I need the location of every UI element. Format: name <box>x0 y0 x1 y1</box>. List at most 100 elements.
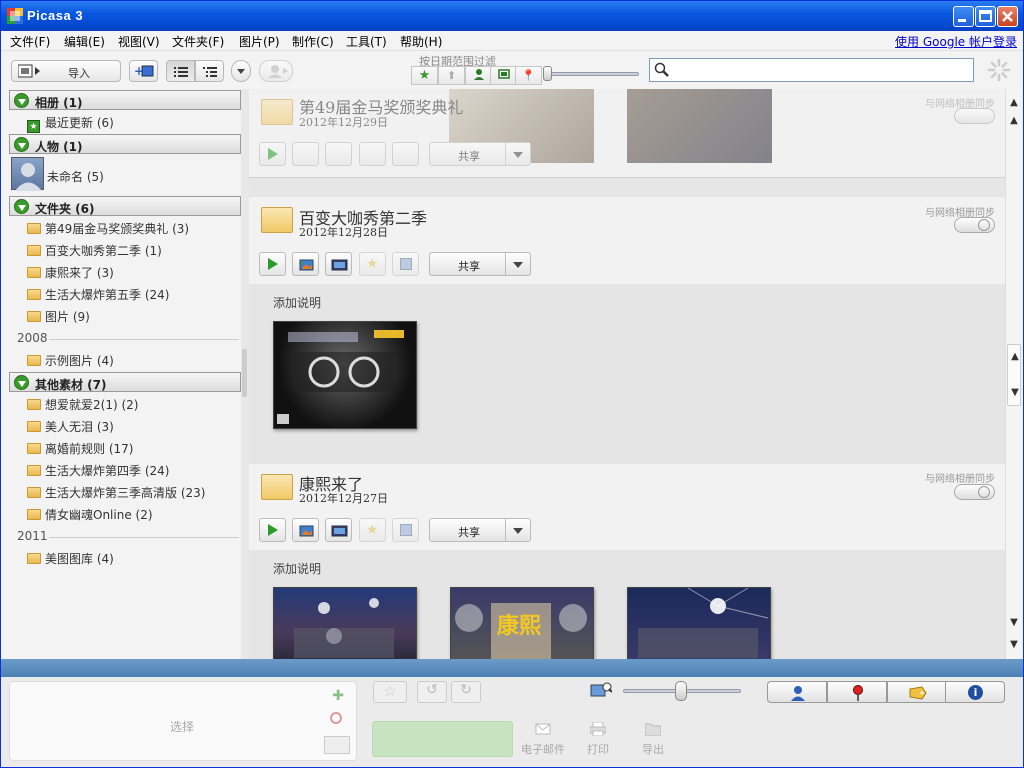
upload-album-button[interactable] <box>292 142 319 166</box>
upload-album-button[interactable] <box>292 518 319 542</box>
tags-panel-button[interactable] <box>887 681 947 703</box>
scroll-up-icon[interactable]: ▲ <box>1006 95 1022 111</box>
chevron-down-icon[interactable] <box>505 519 530 541</box>
chevron-down-icon[interactable] <box>505 143 530 165</box>
chevron-down-icon[interactable] <box>505 253 530 275</box>
save-album-button[interactable] <box>392 142 419 166</box>
sidebar-folder-item[interactable]: 示例图片 (4) <box>27 352 114 372</box>
collapse-arrow-icon[interactable] <box>14 93 29 108</box>
sidebar-folder-item[interactable]: 生活大爆炸第五季 (24) <box>27 286 169 306</box>
collapse-arrow-icon[interactable] <box>14 137 29 152</box>
movie-button[interactable] <box>325 518 352 542</box>
email-icon[interactable] <box>535 723 551 738</box>
movie-button[interactable] <box>325 142 352 166</box>
save-album-button[interactable] <box>392 252 419 276</box>
add-caption-link[interactable]: 添加说明 <box>273 560 321 577</box>
menu-create[interactable]: 制作(C) <box>292 33 334 50</box>
slideshow-button[interactable] <box>259 252 286 276</box>
section-other[interactable]: 其他素材 (7) <box>9 372 241 392</box>
printer-icon[interactable] <box>589 721 607 739</box>
selection-tray[interactable]: 选择 ✚ <box>9 681 357 761</box>
sidebar-folder-item[interactable]: 离婚前规则 (17) <box>27 440 133 460</box>
share-button[interactable]: 共享 <box>429 518 531 542</box>
sidebar-folder-item[interactable]: 生活大爆炸第三季高清版 (23) <box>27 484 205 504</box>
sidebar-folder-item[interactable]: 第49届金马奖颁奖典礼 (3) <box>27 220 189 240</box>
star-album-button[interactable]: ★ <box>359 252 386 276</box>
photo-thumbnail[interactable] <box>273 587 417 659</box>
rotate-right-button[interactable]: ↻ <box>451 681 481 703</box>
clear-selection-icon[interactable] <box>330 712 342 724</box>
email-label[interactable]: 电子邮件 <box>521 741 565 757</box>
star-button[interactable]: ☆ <box>373 681 407 703</box>
hold-pin-icon[interactable]: ✚ <box>332 688 344 704</box>
add-caption-link[interactable]: 添加说明 <box>273 294 321 311</box>
slideshow-button[interactable] <box>259 142 286 166</box>
sidebar-folder-item[interactable]: 想爱就爱2(1) (2) <box>27 396 138 416</box>
share-button[interactable]: 共享 <box>429 142 531 166</box>
sync-toggle[interactable] <box>954 217 995 233</box>
menu-tools[interactable]: 工具(T) <box>346 33 387 50</box>
star-album-button[interactable]: ★ <box>359 518 386 542</box>
print-label[interactable]: 打印 <box>583 741 613 757</box>
sidebar-folder-item[interactable]: 百变大咖秀第二季 (1) <box>27 242 162 262</box>
unnamed-person-avatar[interactable] <box>11 157 44 191</box>
photo-thumbnail[interactable] <box>273 321 417 429</box>
photo-thumbnail[interactable] <box>627 587 771 659</box>
sidebar-folder-item[interactable]: 康熙来了 (3) <box>27 264 114 284</box>
save-album-button[interactable] <box>392 518 419 542</box>
title-bar[interactable]: Picasa 3 <box>1 1 1023 31</box>
filter-starred-button[interactable]: ★ <box>411 66 438 85</box>
rotate-left-button[interactable]: ↺ <box>417 681 447 703</box>
upload-album-button[interactable]: + <box>292 252 319 276</box>
search-field[interactable] <box>649 58 974 82</box>
filter-movies-button[interactable] <box>490 66 517 85</box>
sidebar-splitter[interactable] <box>241 89 249 659</box>
sync-toggle[interactable] <box>954 484 995 500</box>
view-options-dropdown[interactable] <box>231 60 251 82</box>
scroll-down-icon[interactable]: ▼ <box>1006 637 1022 653</box>
menu-picture[interactable]: 图片(P) <box>239 33 280 50</box>
sidebar-folder-item[interactable]: 美图图库 (4) <box>27 550 114 570</box>
collapse-arrow-icon[interactable] <box>14 375 29 390</box>
search-input[interactable] <box>674 61 969 79</box>
people-panel-button[interactable] <box>767 681 827 703</box>
export-label[interactable]: 导出 <box>638 741 668 757</box>
share-button[interactable]: 共享 <box>429 252 531 276</box>
properties-panel-button[interactable]: i <box>945 681 1005 703</box>
menu-folder[interactable]: 文件夹(F) <box>172 33 224 50</box>
sidebar-folder-item[interactable]: 美人无泪 (3) <box>27 418 114 438</box>
upload-button[interactable] <box>372 721 513 757</box>
menu-view[interactable]: 视图(V) <box>118 33 160 50</box>
scroll-page-up-icon[interactable]: ▲ <box>1006 113 1022 129</box>
maximize-button[interactable] <box>975 6 996 27</box>
scrollbar-thumb[interactable]: ▲ ▼ <box>1007 344 1021 406</box>
new-album-button[interactable]: + <box>129 60 158 82</box>
date-range-slider-handle[interactable] <box>543 66 552 81</box>
sidebar-item-recent[interactable]: ★ 最近更新 (6) <box>27 114 114 134</box>
minimize-button[interactable] <box>953 6 974 27</box>
sidebar-item-unnamed[interactable]: 未命名 (5) <box>47 168 104 188</box>
menu-help[interactable]: 帮助(H) <box>400 33 442 50</box>
menu-edit[interactable]: 编辑(E) <box>64 33 105 50</box>
sidebar-folder-item[interactable]: 生活大爆炸第四季 (24) <box>27 462 169 482</box>
sidebar-folder-item[interactable]: 图片 (9) <box>27 308 90 328</box>
collapse-arrow-icon[interactable] <box>14 199 29 214</box>
scroll-page-down-icon[interactable]: ▼ <box>1006 615 1022 631</box>
import-button[interactable]: 导入 <box>11 60 121 82</box>
section-folders[interactable]: 文件夹 (6) <box>9 196 241 216</box>
scroll-down-small-icon[interactable]: ▼ <box>1007 385 1023 401</box>
close-button[interactable] <box>997 6 1018 27</box>
google-signin-link[interactable]: 使用 Google 帐户登录 <box>895 33 1017 50</box>
places-panel-button[interactable] <box>827 681 887 703</box>
filter-uploaded-button[interactable]: ⬆ <box>438 66 465 85</box>
list-view-button[interactable] <box>166 60 195 82</box>
section-albums[interactable]: 相册 (1) <box>9 90 241 110</box>
menu-file[interactable]: 文件(F) <box>10 33 50 50</box>
scroll-up-small-icon[interactable]: ▲ <box>1007 349 1023 365</box>
content-scrollbar[interactable]: ▲ ▲ ▲ ▼ ▼ ▼ <box>1005 89 1021 659</box>
date-range-slider[interactable] <box>547 72 639 76</box>
filter-geotag-button[interactable]: 📍 <box>515 66 542 85</box>
sync-toggle[interactable] <box>954 108 995 124</box>
sidebar-folder-item[interactable]: 倩女幽魂Online (2) <box>27 506 153 526</box>
export-folder-icon[interactable] <box>644 722 662 739</box>
